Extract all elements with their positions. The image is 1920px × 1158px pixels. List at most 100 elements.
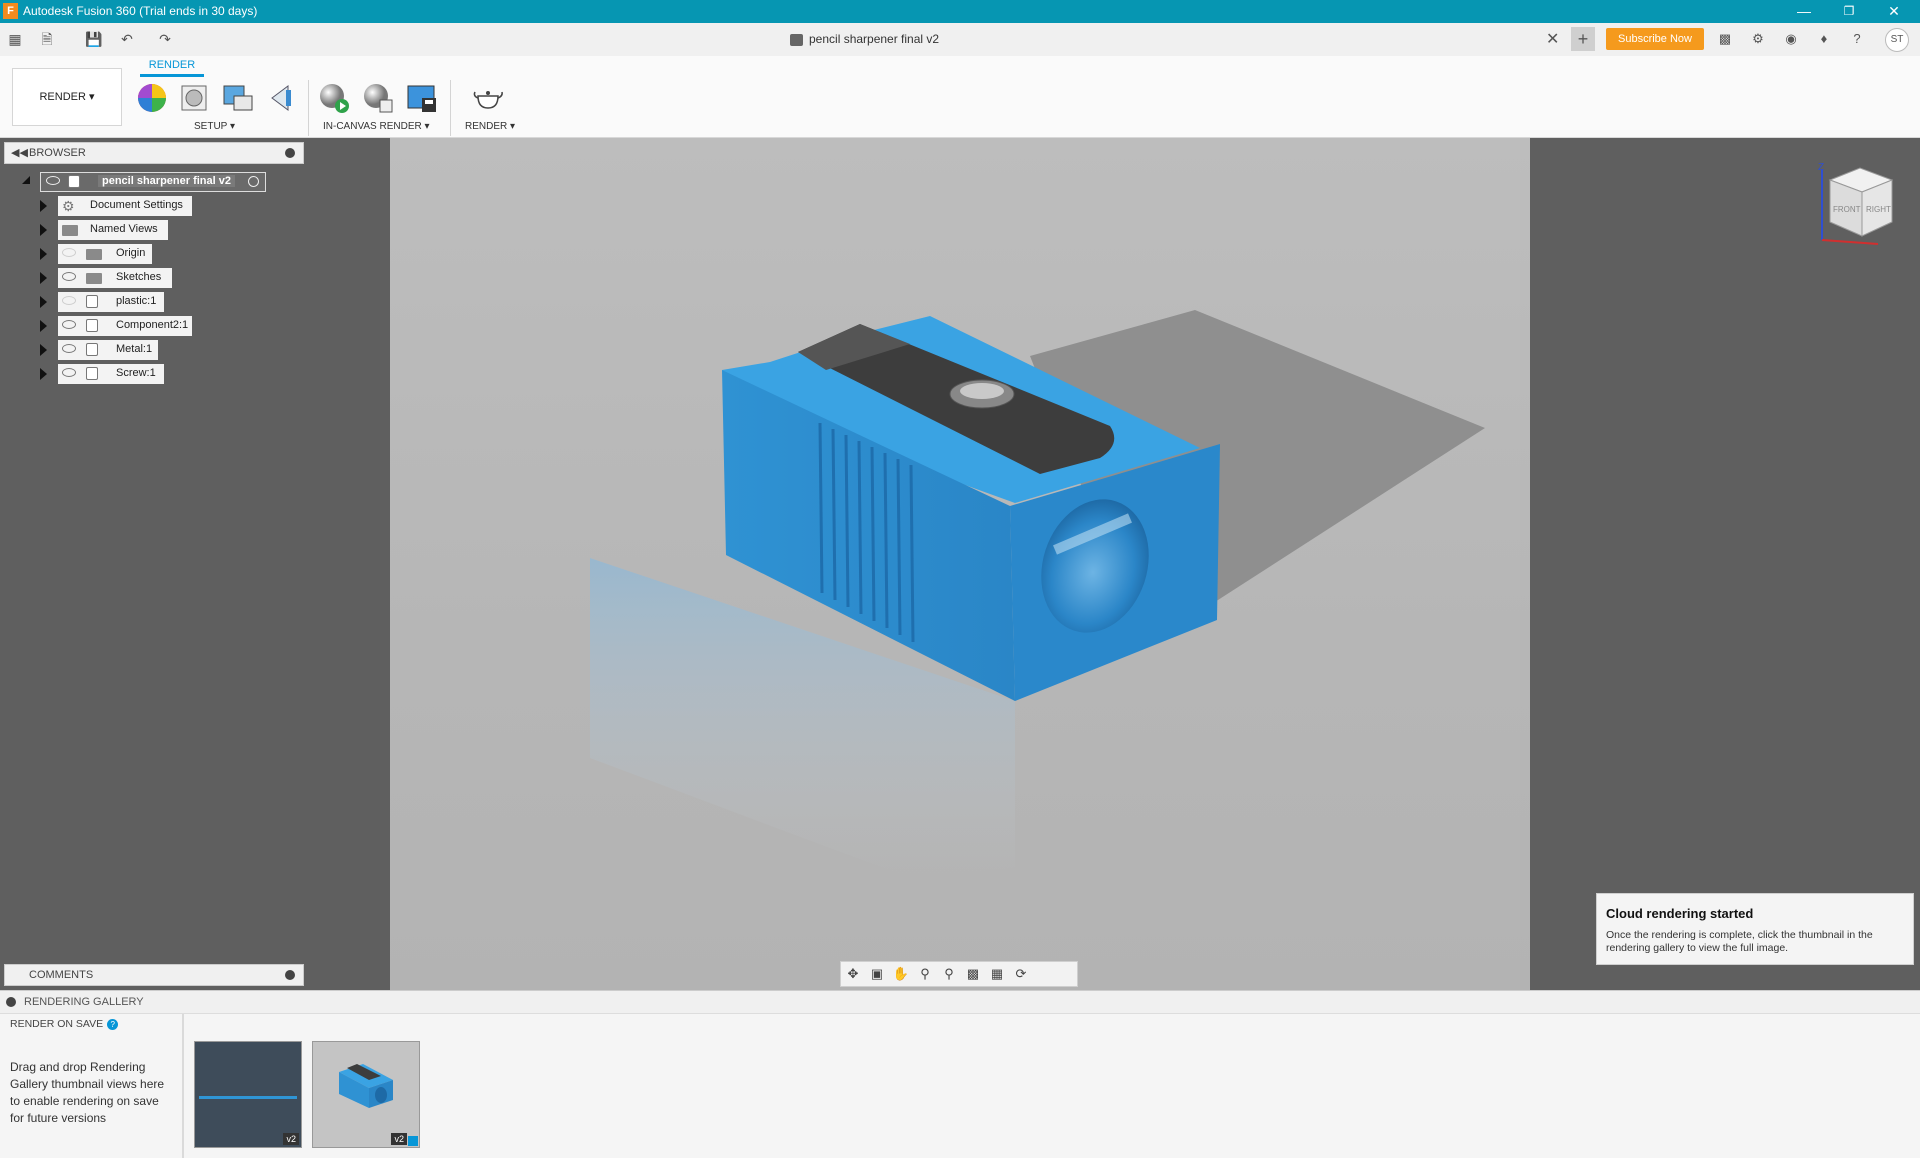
expand-arrow-icon[interactable] — [40, 296, 47, 308]
in-canvas-render-group-label[interactable]: IN-CANVAS RENDER ▾ — [323, 121, 430, 132]
window-title: Autodesk Fusion 360 (Trial ends in 30 da… — [23, 4, 258, 18]
file-menu-icon[interactable]: 🗎 — [38, 30, 56, 48]
activate-radio-icon[interactable] — [248, 176, 259, 187]
rendering-gallery-title: RENDERING GALLERY — [24, 996, 144, 1008]
zoom-icon[interactable]: ⚲ — [913, 962, 937, 986]
component-icon — [86, 343, 98, 356]
notifications-bell-icon[interactable]: ♦ — [1815, 30, 1833, 48]
gallery-thumbnail[interactable]: v2 — [194, 1041, 302, 1148]
help-icon[interactable]: ? — [1848, 30, 1866, 48]
new-tab-button[interactable]: + — [1571, 27, 1595, 51]
help-icon[interactable]: ? — [107, 1018, 119, 1030]
cloud-rendering-notification[interactable]: Cloud rendering started Once the renderi… — [1596, 893, 1914, 965]
comments-header[interactable]: COMMENTS — [4, 964, 304, 986]
design-cube-icon — [790, 33, 803, 46]
extensions-icon[interactable]: ⚙ — [1749, 30, 1767, 48]
collapse-gallery-icon[interactable] — [6, 997, 16, 1007]
cloud-render-badge-icon — [408, 1136, 418, 1146]
minimize-button[interactable]: — — [1789, 2, 1819, 20]
setup-group-label[interactable]: SETUP ▾ — [194, 121, 235, 132]
browser-item-origin[interactable]: Origin — [40, 244, 200, 264]
expand-arrow-icon[interactable] — [40, 248, 47, 260]
component-icon — [86, 295, 98, 308]
appearance-icon[interactable] — [136, 82, 168, 114]
close-window-button[interactable]: ✕ — [1879, 2, 1909, 20]
render-canvas[interactable] — [390, 138, 1530, 990]
render-on-save-hint: Drag and drop Rendering Gallery thumbnai… — [10, 1060, 165, 1125]
pan-icon[interactable]: ✋ — [889, 962, 913, 986]
expand-arrow-icon[interactable] — [40, 224, 47, 236]
tab-render[interactable]: RENDER — [140, 59, 204, 77]
folder-icon — [86, 249, 102, 260]
visibility-eye-icon[interactable] — [62, 320, 76, 329]
right-face-label: RIGHT — [1866, 205, 1891, 214]
x-axis — [1821, 239, 1879, 245]
visibility-eye-icon[interactable] — [62, 344, 76, 353]
browser-item-sketches[interactable]: Sketches — [40, 268, 200, 288]
look-at-icon[interactable]: ▣ — [865, 962, 889, 986]
fit-icon[interactable]: ⚲ — [937, 962, 961, 986]
browser-header[interactable]: ◀◀ BROWSER — [4, 142, 304, 164]
document-tab-title: pencil sharpener final v2 — [809, 32, 940, 46]
render-teapot-icon[interactable] — [472, 82, 504, 114]
notification-body: Once the rendering is complete, click th… — [1606, 929, 1873, 954]
decal-icon[interactable] — [266, 82, 298, 114]
apps-grid-icon[interactable]: ▦ — [6, 30, 24, 48]
browser-item-component2[interactable]: Component2:1 — [40, 316, 200, 336]
subscribe-now-button[interactable]: Subscribe Now — [1606, 28, 1704, 50]
job-status-icon[interactable]: ▩ — [1716, 30, 1734, 48]
in-canvas-render-icon[interactable] — [318, 82, 350, 114]
render-on-save-label: RENDER ON SAVE? — [10, 1018, 119, 1030]
display-settings-icon[interactable]: ▩ — [961, 962, 985, 986]
rendering-gallery-header[interactable]: RENDERING GALLERY — [0, 990, 1920, 1014]
navigation-toolbar: ✥ ▣ ✋ ⚲ ⚲ ▩ ▦ ⟳ — [840, 961, 1078, 987]
browser-item-named-views[interactable]: Named Views — [40, 220, 200, 240]
browser-item-label: Metal:1 — [116, 343, 153, 355]
render-progress-bar — [199, 1096, 297, 1099]
expand-arrow-icon[interactable] — [40, 344, 47, 356]
visibility-eye-icon[interactable] — [62, 296, 76, 305]
restore-button[interactable]: ❐ — [1834, 2, 1864, 20]
browser-item-plastic[interactable]: plastic:1 — [40, 292, 200, 312]
visibility-eye-icon[interactable] — [62, 272, 76, 281]
viewports-icon[interactable]: ⟳ — [1009, 962, 1033, 986]
expand-arrow-icon[interactable] — [40, 200, 47, 212]
browser-item-screw[interactable]: Screw:1 — [40, 364, 200, 384]
physical-material-icon[interactable] — [178, 82, 210, 114]
render-group-label[interactable]: RENDER ▾ — [465, 121, 515, 132]
undo-icon[interactable]: ↶ — [118, 30, 136, 48]
browser-item-metal[interactable]: Metal:1 — [40, 340, 200, 360]
render-on-save-panel: RENDER ON SAVE? Drag and drop Rendering … — [0, 1014, 184, 1158]
visibility-eye-icon[interactable] — [62, 248, 76, 257]
browser-root-row[interactable]: pencil sharpener final v2 — [22, 172, 272, 192]
expand-arrow-icon[interactable] — [40, 368, 47, 380]
browser-pin-icon[interactable] — [285, 148, 295, 158]
browser-item-label: Component2:1 — [116, 319, 189, 331]
document-tab[interactable]: pencil sharpener final v2 — [790, 32, 939, 46]
grid-settings-icon[interactable]: ▦ — [985, 962, 1009, 986]
browser-item-label: Sketches — [116, 271, 162, 283]
data-panel-icon[interactable]: ◉ — [1782, 30, 1800, 48]
expand-arrow-icon[interactable] — [40, 320, 47, 332]
workspace-switcher-button[interactable]: RENDER ▾ — [12, 68, 122, 126]
redo-icon[interactable]: ↷ — [156, 30, 174, 48]
user-avatar[interactable]: ST — [1885, 28, 1909, 52]
in-canvas-settings-icon[interactable] — [362, 82, 394, 114]
scene-settings-icon[interactable] — [222, 82, 254, 114]
view-cube[interactable]: Z FRONT RIGHT — [1818, 160, 1898, 246]
add-comment-icon[interactable] — [285, 970, 295, 980]
collapse-browser-icon[interactable]: ◀◀ — [11, 146, 28, 159]
gallery-thumbnail[interactable]: v2 — [312, 1041, 420, 1148]
ribbon-separator — [450, 80, 451, 136]
capture-image-icon[interactable] — [406, 82, 438, 114]
close-tab-button[interactable]: ✕ — [1546, 29, 1559, 49]
visibility-eye-icon[interactable] — [62, 368, 76, 377]
expand-arrow-icon[interactable] — [40, 272, 47, 284]
orbit-icon[interactable]: ✥ — [841, 962, 865, 986]
collapse-arrow-icon[interactable] — [22, 176, 30, 184]
browser-item-document-settings[interactable]: ⚙ Document Settings — [40, 196, 200, 216]
document-tab-bar: ▦ 🗎 💾 ↶ ↷ pencil sharpener final v2 ✕ + … — [0, 23, 1920, 57]
visibility-eye-icon[interactable] — [46, 176, 60, 185]
folder-icon — [62, 225, 78, 236]
save-icon[interactable]: 💾 — [85, 30, 103, 48]
